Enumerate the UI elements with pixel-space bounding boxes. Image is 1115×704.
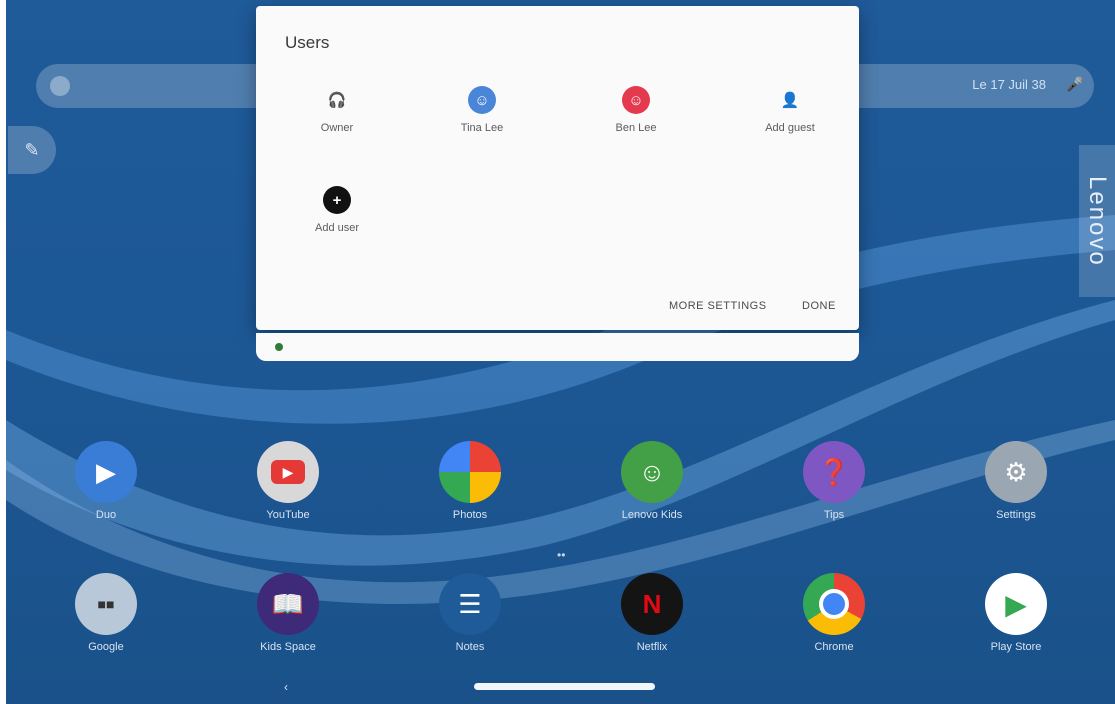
back-indicator[interactable]: ‹: [284, 680, 288, 694]
user-add-guest[interactable]: 👤 Add guest: [740, 86, 840, 134]
user-ben-lee[interactable]: ☺ Ben Lee: [586, 86, 686, 134]
app-photos[interactable]: Photos: [415, 441, 525, 521]
pencil-icon[interactable]: ✎: [8, 126, 56, 174]
mic-icon[interactable]: 🎤: [1066, 76, 1083, 96]
app-kids-space[interactable]: 📖 Kids Space: [233, 573, 343, 653]
play-store-icon: ▶: [985, 573, 1047, 635]
app-label: YouTube: [266, 509, 310, 521]
user-avatar-icon: ☺: [468, 86, 496, 114]
dialog-title: Users: [285, 33, 330, 52]
user-tina-lee[interactable]: ☺ Tina Lee: [432, 86, 532, 134]
app-duo[interactable]: ▶ Duo: [51, 441, 161, 521]
app-label: Play Store: [990, 641, 1042, 653]
app-label: Tips: [823, 509, 845, 521]
guest-icon: 👤: [780, 92, 800, 109]
chrome-icon: [803, 573, 865, 635]
book-icon: 📖: [257, 573, 319, 635]
app-label: Photos: [452, 509, 488, 521]
app-youtube[interactable]: ▶ YouTube: [233, 441, 343, 521]
app-chrome[interactable]: Chrome: [779, 573, 889, 653]
kids-icon: ☺: [621, 441, 683, 503]
app-label: Kids Space: [260, 641, 316, 653]
brand-logo: Lenovo: [1079, 145, 1115, 297]
app-label: Lenovo Kids: [621, 509, 683, 521]
user-avatar-icon: ☺: [622, 86, 650, 114]
tips-icon: ❓: [803, 441, 865, 503]
netflix-icon: N: [621, 573, 683, 635]
user-name: Add guest: [765, 122, 815, 134]
app-tips[interactable]: ❓ Tips: [779, 441, 889, 521]
app-notes[interactable]: ☰ Notes: [415, 573, 525, 653]
owner-headphone-icon: 🎧: [327, 92, 347, 109]
app-netflix[interactable]: N Netflix: [597, 573, 707, 653]
notes-icon: ☰: [439, 573, 501, 635]
user-name: Add user: [314, 222, 360, 234]
app-label: Chrome: [814, 641, 854, 653]
app-label: Notes: [455, 641, 485, 653]
youtube-icon: ▶: [257, 441, 319, 503]
user-add-user[interactable]: + Add user: [287, 186, 387, 234]
user-name: Owner: [320, 122, 354, 134]
user-name: Tina Lee: [460, 122, 504, 134]
add-user-icon: +: [323, 186, 351, 214]
user-name: Ben Lee: [615, 122, 657, 134]
app-lenovo-kids[interactable]: ☺ Lenovo Kids: [597, 441, 707, 521]
photos-icon: [439, 441, 501, 503]
google-folder-icon: ■■: [75, 573, 137, 635]
google-icon: [50, 76, 70, 96]
app-label: Google: [88, 641, 124, 653]
app-play-store[interactable]: ▶ Play Store: [961, 573, 1071, 653]
app-google-folder[interactable]: ■■ Google: [51, 573, 161, 653]
more-settings-button[interactable]: MORE SETTINGS: [669, 300, 767, 312]
app-settings[interactable]: ⚙ Settings: [961, 441, 1071, 521]
app-label: Duo: [95, 509, 117, 521]
duo-video-icon: ▶: [75, 441, 137, 503]
user-owner[interactable]: 🎧 Owner: [287, 86, 387, 134]
settings-gear-icon: ⚙: [985, 441, 1047, 503]
app-label: Netflix: [636, 641, 668, 653]
home-gesture-bar[interactable]: [474, 683, 655, 690]
status-dot: [275, 343, 283, 351]
app-label: Settings: [996, 509, 1036, 521]
quick-settings-strip[interactable]: [256, 333, 859, 361]
done-button[interactable]: DONE: [802, 300, 836, 312]
users-dialog: Users 🎧 Owner ☺ Tina Lee ☺ Ben Lee 👤 Add…: [256, 6, 859, 330]
page-indicator: ••: [557, 548, 566, 562]
date-text: Le 17 Juil 38: [972, 77, 1046, 92]
